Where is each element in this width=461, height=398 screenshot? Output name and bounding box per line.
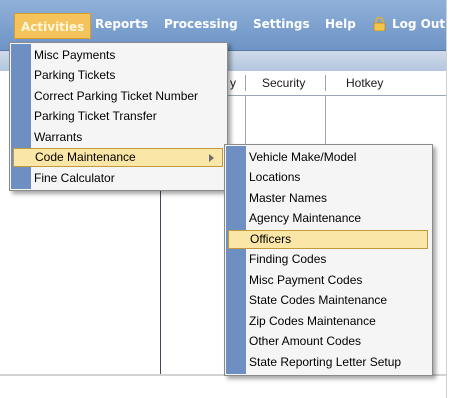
menu-processing[interactable]: Processing	[164, 17, 238, 31]
submenu-arrow-icon	[209, 154, 214, 162]
column-header-hotkey[interactable]: Hotkey	[346, 76, 383, 90]
menu-item-state-codes-maintenance[interactable]: State Codes Maintenance	[228, 291, 428, 310]
column-divider	[325, 75, 326, 91]
menu-item-master-names[interactable]: Master Names	[228, 189, 428, 208]
menu-item-agency-maintenance[interactable]: Agency Maintenance	[228, 209, 428, 228]
menu-settings[interactable]: Settings	[253, 17, 310, 31]
menu-item-state-reporting-letter-setup[interactable]: State Reporting Letter Setup	[228, 353, 428, 372]
menu-item-misc-payments[interactable]: Misc Payments	[13, 46, 223, 65]
grid-column-line	[245, 96, 246, 146]
menu-item-finding-codes[interactable]: Finding Codes	[228, 250, 428, 269]
menu-item-correct-parking-ticket-number[interactable]: Correct Parking Ticket Number	[13, 87, 223, 106]
menu-item-vehicle-make-model[interactable]: Vehicle Make/Model	[228, 148, 428, 167]
menu-help[interactable]: Help	[325, 17, 356, 31]
menu-item-warrants[interactable]: Warrants	[13, 128, 223, 147]
menu-item-misc-payment-codes[interactable]: Misc Payment Codes	[228, 271, 428, 290]
lock-icon	[373, 17, 386, 31]
menu-item-code-maintenance[interactable]: Code Maintenance	[13, 148, 223, 167]
logout-label: Log Out	[392, 17, 446, 31]
code-maintenance-submenu: Vehicle Make/Model Locations Master Name…	[224, 144, 433, 376]
column-header-truncated[interactable]: y	[230, 76, 236, 90]
column-divider	[245, 75, 246, 91]
menu-item-officers[interactable]: Officers	[228, 230, 428, 249]
menu-item-parking-tickets[interactable]: Parking Tickets	[13, 66, 223, 85]
menu-item-parking-ticket-transfer[interactable]: Parking Ticket Transfer	[13, 107, 223, 126]
menu-reports[interactable]: Reports	[95, 17, 148, 31]
menu-logout[interactable]: Log Out	[373, 17, 445, 31]
window-edge	[446, 0, 461, 398]
activities-dropdown: Misc Payments Parking Tickets Correct Pa…	[9, 42, 228, 191]
menu-item-zip-codes-maintenance[interactable]: Zip Codes Maintenance	[228, 312, 428, 331]
column-header-security[interactable]: Security	[262, 76, 305, 90]
menu-item-label: Code Maintenance	[35, 150, 136, 164]
menu-activities[interactable]: Activities	[14, 13, 92, 39]
menu-item-fine-calculator[interactable]: Fine Calculator	[13, 169, 223, 188]
menu-item-locations[interactable]: Locations	[228, 168, 428, 187]
menu-item-other-amount-codes[interactable]: Other Amount Codes	[228, 332, 428, 351]
